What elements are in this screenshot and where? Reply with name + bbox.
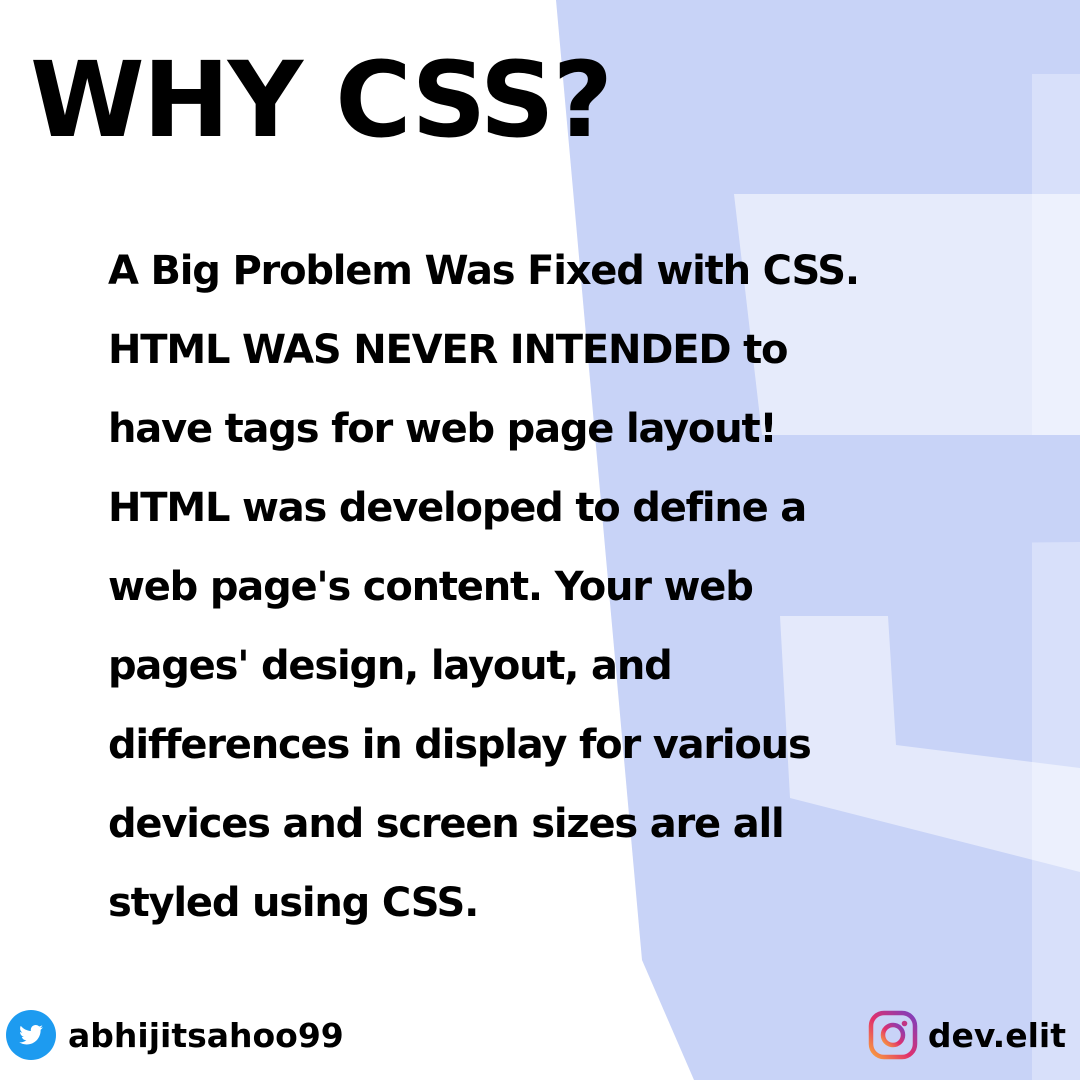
body-line: have tags for web page layout! [108,406,778,452]
twitter-icon [6,1010,56,1060]
twitter-handle-label: abhijitsahoo99 [68,1015,344,1055]
body-line: differences in display for various [108,722,812,768]
instagram-handle[interactable]: dev.elit [868,1010,1066,1060]
instagram-icon [868,1010,918,1060]
body-line: web page's content. Your web [108,564,754,610]
body-paragraph: A Big Problem Was Fixed with CSS. HTML W… [108,232,1008,943]
page-title: WHY CSS? [30,39,613,161]
body-line: devices and screen sizes are all [108,801,785,847]
body-line: styled using CSS. [108,880,479,926]
body-line: HTML was developed to define a [108,485,807,531]
body-line: A Big Problem Was Fixed with CSS. [108,248,860,294]
instagram-handle-label: dev.elit [927,1015,1066,1055]
body-line: pages' design, layout, and [108,643,673,689]
body-line: HTML WAS NEVER INTENDED to [108,327,789,373]
twitter-handle[interactable]: abhijitsahoo99 [6,1010,344,1060]
slide: WHY CSS? A Big Problem Was Fixed with CS… [0,0,1080,1080]
